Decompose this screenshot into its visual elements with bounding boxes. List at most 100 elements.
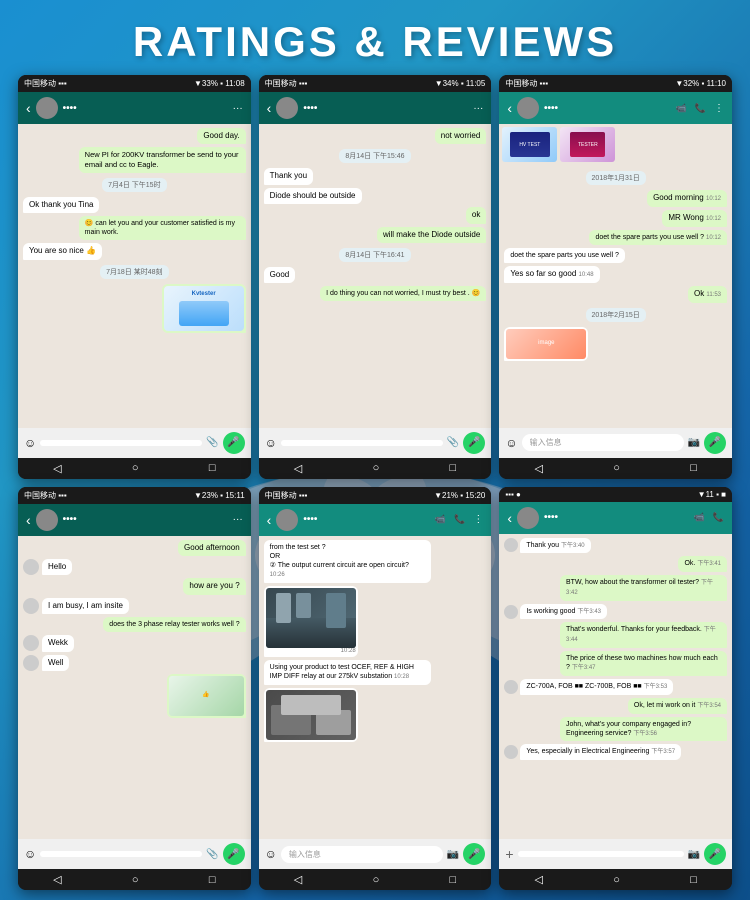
phone-icon-3[interactable]: 📞 xyxy=(695,103,706,114)
back-arrow-3[interactable]: ‹ xyxy=(507,100,512,116)
msg-6-3: BTW, how about the transformer oil teste… xyxy=(560,575,727,601)
msg-6-7: ZC-700A, FOB ■■ ZC-700B, FOB ■■ 下午3:53 xyxy=(520,679,673,695)
video-icon-5[interactable]: 📹 xyxy=(435,514,446,525)
emoji-icon-5[interactable]: ☺ xyxy=(265,847,277,861)
nav-back-3[interactable]: ◁ xyxy=(534,462,542,475)
mic-button-2[interactable]: 🎤 xyxy=(463,432,485,454)
attach-icon-4[interactable]: 📎 xyxy=(206,849,218,860)
received-row-4-4: Well xyxy=(23,655,246,671)
menu-icon-3[interactable]: ⋮ xyxy=(714,103,724,114)
received-row-4-2: I am busy, I am insite xyxy=(23,598,246,614)
header-call-icons-3: 📹 📞 ⋮ xyxy=(676,103,724,114)
received-row-4-3: Wekk xyxy=(23,635,246,651)
add-icon-6[interactable]: + xyxy=(505,846,513,862)
msg-3-4: doet the spare parts you use well ? xyxy=(504,248,625,263)
chat-body-6: Thank you 下午3:40 Ok. 下午3:41 BTW, how abo… xyxy=(499,534,732,840)
nav-back-1[interactable]: ◁ xyxy=(53,462,61,475)
back-arrow-5[interactable]: ‹ xyxy=(267,512,272,528)
nav-bar-4: ◁ ○ □ xyxy=(18,869,251,890)
nav-home-5[interactable]: ○ xyxy=(373,874,380,886)
msg-4-6: Wekk xyxy=(42,635,74,651)
nav-back-4[interactable]: ◁ xyxy=(53,873,61,886)
nav-recent-6[interactable]: □ xyxy=(690,874,697,886)
avatar-3 xyxy=(517,97,539,119)
emoji-icon-2[interactable]: ☺ xyxy=(265,436,277,450)
msg-4-1: Good afternoon xyxy=(178,540,246,556)
video-icon-3[interactable]: 📹 xyxy=(676,103,687,114)
chat-input-bar-5: ☺ 输入信息 📷 🎤 xyxy=(259,839,492,869)
video-icon-6[interactable]: 📹 xyxy=(694,512,705,523)
avatar-5 xyxy=(276,509,298,531)
msg-3-1: Good morning 10:12 xyxy=(647,190,727,207)
mic-button-5[interactable]: 🎤 xyxy=(463,843,485,865)
chat-input-bar-2: ☺ 📎 🎤 xyxy=(259,428,492,458)
date-3-1: 2018年1月31日 xyxy=(586,171,646,185)
back-arrow-1[interactable]: ‹ xyxy=(26,100,31,116)
msg-6-2: Ok. 下午3:41 xyxy=(678,556,727,572)
mic-button-1[interactable]: 🎤 xyxy=(223,432,245,454)
camera-icon-5[interactable]: 📷 xyxy=(447,849,459,860)
nav-recent-4[interactable]: □ xyxy=(209,874,216,886)
nav-back-6[interactable]: ◁ xyxy=(534,873,542,886)
back-arrow-2[interactable]: ‹ xyxy=(267,100,272,116)
avatar-4 xyxy=(36,509,58,531)
nav-back-2[interactable]: ◁ xyxy=(294,462,302,475)
nav-home-4[interactable]: ○ xyxy=(132,874,139,886)
nav-recent-2[interactable]: □ xyxy=(450,462,457,474)
mic-button-6[interactable]: 🎤 xyxy=(704,843,726,865)
phone-screen-4: 中国移动 ▪▪▪ ▼23% ▪ 15:11 ‹ •••• ··· Good af… xyxy=(18,487,251,891)
chat-input-5[interactable]: 输入信息 xyxy=(281,846,443,863)
received-row-4-1: Hello xyxy=(23,559,246,575)
msg-2-6: Good xyxy=(264,267,296,283)
phone-icon-5[interactable]: 📞 xyxy=(454,514,465,525)
msg-6-10: Yes, especially in Electrical Engineerin… xyxy=(520,744,681,760)
emoji-icon-4[interactable]: ☺ xyxy=(24,847,36,861)
emoji-icon-3[interactable]: ☺ xyxy=(505,436,517,450)
back-arrow-6[interactable]: ‹ xyxy=(507,510,512,526)
msg-6-8: Ok, let mi work on it 下午3:54 xyxy=(628,698,727,714)
date-2-1: 8月14日 下午15:46 xyxy=(339,149,410,163)
mic-button-3[interactable]: 🎤 xyxy=(704,432,726,454)
chat-input-2[interactable] xyxy=(281,440,443,446)
emoji-icon-1[interactable]: ☺ xyxy=(24,436,36,450)
msg-1-1: Good day. xyxy=(197,128,245,144)
nav-home-1[interactable]: ○ xyxy=(132,462,139,474)
header-icons-2: ··· xyxy=(473,103,483,114)
msg-1-2: New PI for 200KV transformer be send to … xyxy=(79,147,246,173)
nav-recent-1[interactable]: □ xyxy=(209,462,216,474)
status-bar-6: ▪▪▪ ● ▼11 ▪ ■ xyxy=(499,487,732,502)
msg-5-img1: 10:28 xyxy=(264,586,358,658)
msg-6-4: Is working good 下午3:43 xyxy=(520,604,607,620)
chat-input-1[interactable] xyxy=(40,440,202,446)
date-2-2: 8月14日 下午16:41 xyxy=(339,248,410,262)
nav-home-6[interactable]: ○ xyxy=(613,874,620,886)
nav-home-3[interactable]: ○ xyxy=(613,462,620,474)
phone-screen-3: 中国移动 ▪▪▪ ▼32% ▪ 11:10 ‹ •••• 📹 📞 ⋮ HV TE… xyxy=(499,75,732,479)
header-call-icons-6: 📹 📞 xyxy=(694,512,724,523)
msg-3-6: Ok 11:53 xyxy=(688,286,727,303)
camera-icon-6[interactable]: 📷 xyxy=(688,849,700,860)
date-1-1: 7月4日 下午15时 xyxy=(102,178,167,192)
chat-input-bar-6: + 📷 🎤 xyxy=(499,839,732,869)
chat-body-3: 2018年1月31日 Good morning 10:12 MR Wong 10… xyxy=(499,165,732,428)
nav-bar-6: ◁ ○ □ xyxy=(499,869,732,890)
attach-icon-2[interactable]: 📎 xyxy=(447,437,459,448)
msg-2-3: Diode should be outside xyxy=(264,188,362,204)
contact-name-2: •••• xyxy=(303,103,468,114)
nav-back-5[interactable]: ◁ xyxy=(294,873,302,886)
attach-icon-1[interactable]: 📎 xyxy=(206,437,218,448)
camera-icon-3[interactable]: 📷 xyxy=(688,437,700,448)
chat-input-6[interactable] xyxy=(518,851,684,857)
back-arrow-4[interactable]: ‹ xyxy=(26,512,31,528)
menu-icon-5[interactable]: ⋮ xyxy=(473,514,483,525)
chat-input-3[interactable]: 输入信息 xyxy=(522,434,684,451)
nav-recent-5[interactable]: □ xyxy=(450,874,457,886)
msg-5-1: from the test set ?OR② The output curren… xyxy=(264,540,431,583)
phone-icon-6[interactable]: 📞 xyxy=(713,512,724,523)
avatar-2 xyxy=(276,97,298,119)
chat-input-4[interactable] xyxy=(40,851,202,857)
nav-recent-3[interactable]: □ xyxy=(690,462,697,474)
mic-button-4[interactable]: 🎤 xyxy=(223,843,245,865)
msg-2-1: not worried xyxy=(435,128,487,144)
nav-home-2[interactable]: ○ xyxy=(373,462,380,474)
